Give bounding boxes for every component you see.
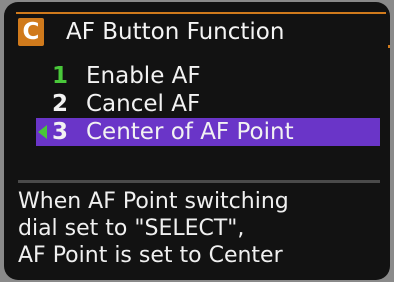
help-line: When AF Point switching [18,189,289,214]
option-enable-af[interactable]: 1 Enable AF [4,62,390,90]
help-line: dial set to "SELECT", [18,216,245,241]
option-label: Enable AF [86,63,201,89]
option-cancel-af[interactable]: 2 Cancel AF [4,90,390,118]
option-center-of-af-point[interactable]: 3 Center of AF Point [4,118,390,146]
selection-arrow-icon [38,125,47,139]
page-title: AF Button Function [66,19,285,45]
custom-function-tab[interactable]: C [18,18,44,46]
option-number: 3 [51,119,68,145]
custom-function-icon: C [22,19,40,45]
camera-menu-screen: C AF Button Function 1 Enable AF 2 Cance… [4,2,390,280]
help-line: AF Point is set to Center [18,243,283,268]
divider [18,180,380,183]
option-number: 1 [51,63,68,89]
help-text: When AF Point switching dial set to "SEL… [18,188,384,269]
option-label: Center of AF Point [86,119,294,145]
option-label: Cancel AF [86,91,201,117]
option-number: 2 [51,91,68,117]
